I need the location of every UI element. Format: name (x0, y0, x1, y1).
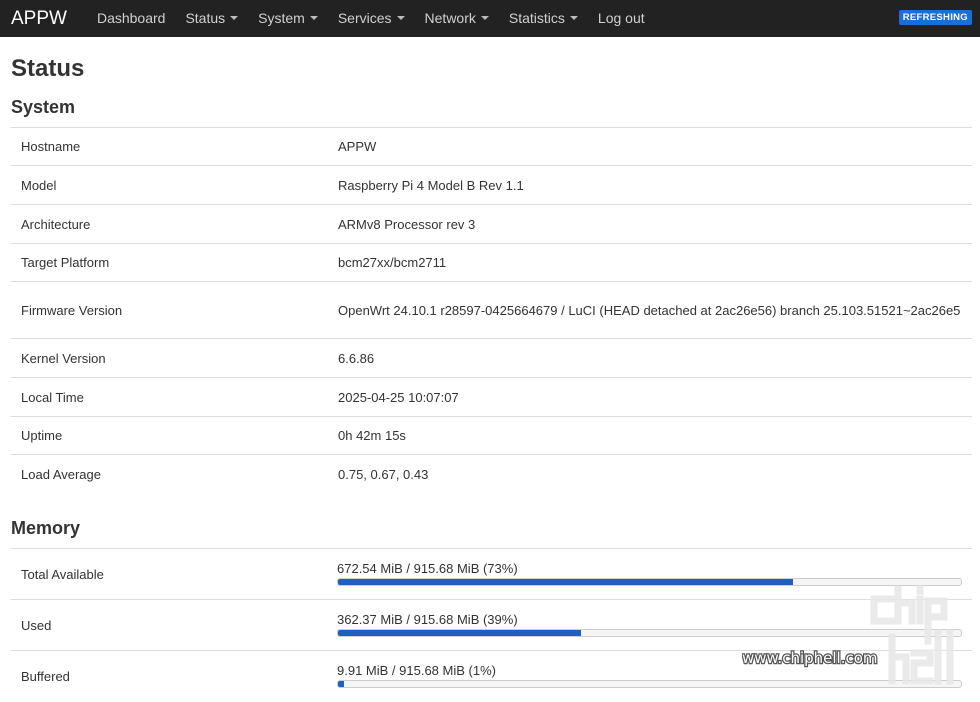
watermark-logo-icon (870, 585, 954, 685)
nav-label: System (258, 10, 305, 26)
caret-down-icon (396, 16, 405, 21)
nav-label: Dashboard (96, 10, 166, 26)
row-value: ARMv8 Processor rev 3 (328, 204, 972, 244)
row-value: bcm27xx/bcm2711 (328, 243, 972, 282)
table-row: Firmware Version OpenWrt 24.10.1 r28597-0… (11, 281, 972, 339)
system-heading: System (11, 97, 76, 117)
row-value: 6.6.86 (328, 338, 972, 378)
row-key: Buffered (11, 650, 327, 702)
top-navbar: APPW Dashboard Status System Services Ne… (0, 0, 980, 37)
table-row: Model Raspberry Pi 4 Model B Rev 1.1 (11, 165, 972, 205)
nav-logout[interactable]: Log out (588, 0, 655, 37)
table-row: Target Platform bcm27xx/bcm2711 (11, 243, 972, 282)
progress-fill (338, 681, 345, 688)
row-key: Total Available (11, 548, 327, 600)
progress-fill (338, 630, 581, 636)
table-row: Hostname APPW (11, 127, 972, 166)
nav-status[interactable]: Status (175, 0, 248, 37)
row-value: APPW (328, 127, 972, 166)
caret-down-icon (309, 16, 318, 21)
row-key: Kernel Version (11, 338, 328, 378)
nav-network[interactable]: Network (415, 0, 499, 37)
row-key: Architecture (11, 204, 328, 244)
refreshing-badge[interactable]: REFRESHING (898, 10, 972, 25)
row-key: Firmware Version (11, 281, 328, 339)
row-key: Local Time (11, 377, 328, 417)
memory-heading: Memory (11, 518, 81, 538)
row-key: Used (11, 599, 327, 651)
progress-label: 672.54 MiB / 915.68 MiB (73%) (337, 561, 518, 576)
nav-services[interactable]: Services (328, 0, 415, 37)
row-value: 0h 42m 15s (328, 416, 972, 455)
row-key: Hostname (11, 127, 328, 166)
nav-label: Log out (597, 10, 645, 26)
table-row: Uptime 0h 42m 15s (11, 416, 972, 455)
table-row: Kernel Version 6.6.86 (11, 338, 972, 378)
brand-logo[interactable]: APPW (11, 0, 67, 37)
page-title: Status (11, 55, 85, 82)
nav-system[interactable]: System (248, 0, 328, 37)
progress-fill (338, 579, 793, 585)
nav-statistics[interactable]: Statistics (499, 0, 588, 37)
row-value: 0.75, 0.67, 0.43 (328, 454, 972, 494)
nav-label: Services (337, 10, 392, 26)
chiphell-watermark: www.chiphell.com (742, 585, 954, 685)
watermark-text: www.chiphell.com (742, 649, 878, 667)
main-nav: Dashboard Status System Services Network… (87, 0, 655, 37)
row-key: Target Platform (11, 243, 328, 282)
row-key: Uptime (11, 416, 328, 455)
table-row: Load Average 0.75, 0.67, 0.43 (11, 454, 972, 494)
row-key: Model (11, 165, 328, 205)
row-key: Load Average (11, 454, 328, 494)
nav-label: Statistics (508, 10, 565, 26)
caret-down-icon (480, 16, 489, 21)
caret-down-icon (569, 16, 578, 21)
caret-down-icon (230, 16, 239, 21)
table-row: Architecture ARMv8 Processor rev 3 (11, 204, 972, 244)
nav-dashboard[interactable]: Dashboard (87, 0, 176, 37)
nav-label: Network (424, 10, 476, 26)
system-table: Hostname APPW Model Raspberry Pi 4 Model B… (11, 127, 972, 494)
row-value: 2025-04-25 10:07:07 (328, 377, 972, 417)
table-row: Local Time 2025-04-25 10:07:07 (11, 377, 972, 417)
nav-label: Status (185, 10, 226, 26)
row-value: OpenWrt 24.10.1 r28597-0425664679 / LuCI… (328, 281, 972, 339)
row-value: Raspberry Pi 4 Model B Rev 1.1 (328, 165, 972, 205)
